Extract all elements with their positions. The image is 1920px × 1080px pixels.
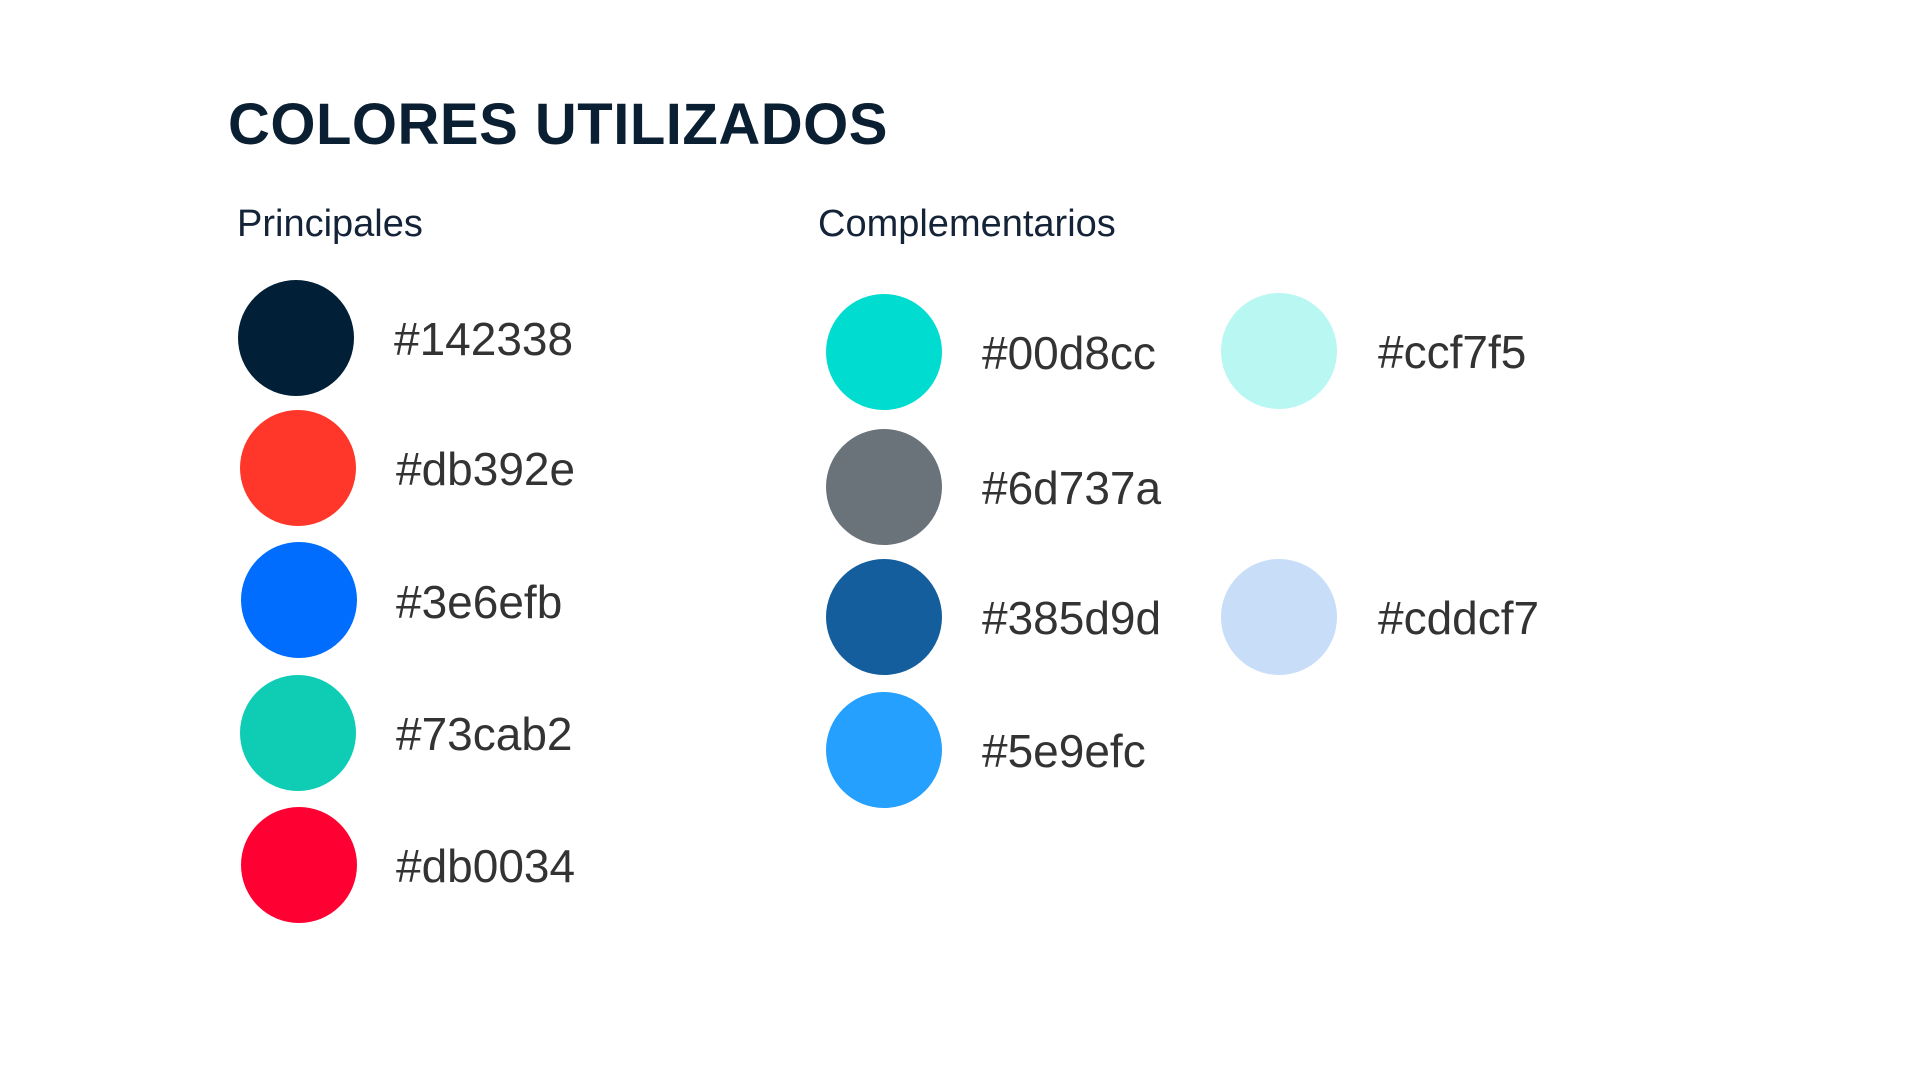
complementario-code-6: #cddcf7 (1378, 592, 1540, 644)
principal-swatch-1 (238, 280, 354, 396)
complementario-code-1: #00d8cc (982, 327, 1156, 379)
complementario-swatch-4 (826, 692, 942, 808)
complementario-code-4: #5e9efc (982, 725, 1146, 777)
complementario-swatch-5 (1221, 293, 1337, 409)
complementario-swatch-2 (826, 429, 942, 545)
principal-code-1: #142338 (394, 313, 574, 365)
principal-swatch-5 (241, 807, 357, 923)
principal-code-5: #db0034 (396, 840, 576, 892)
principal-code-4: #73cab2 (396, 708, 573, 760)
complementario-swatch-1 (826, 294, 942, 410)
complementario-code-5: #ccf7f5 (1378, 326, 1527, 378)
complementarios-heading: Complementarios (818, 203, 1116, 245)
principal-code-3: #3e6efb (396, 576, 563, 628)
principal-swatch-3 (241, 542, 357, 658)
principal-code-2: #db392e (396, 443, 576, 495)
complementario-code-2: #6d737a (982, 462, 1162, 514)
complementario-swatch-6 (1221, 559, 1337, 675)
principales-heading: Principales (237, 203, 423, 245)
principal-swatch-2 (240, 410, 356, 526)
complementario-code-3: #385d9d (982, 592, 1162, 644)
complementario-swatch-3 (826, 559, 942, 675)
page-title: COLORES UTILIZADOS (228, 92, 888, 157)
principal-swatch-4 (240, 675, 356, 791)
